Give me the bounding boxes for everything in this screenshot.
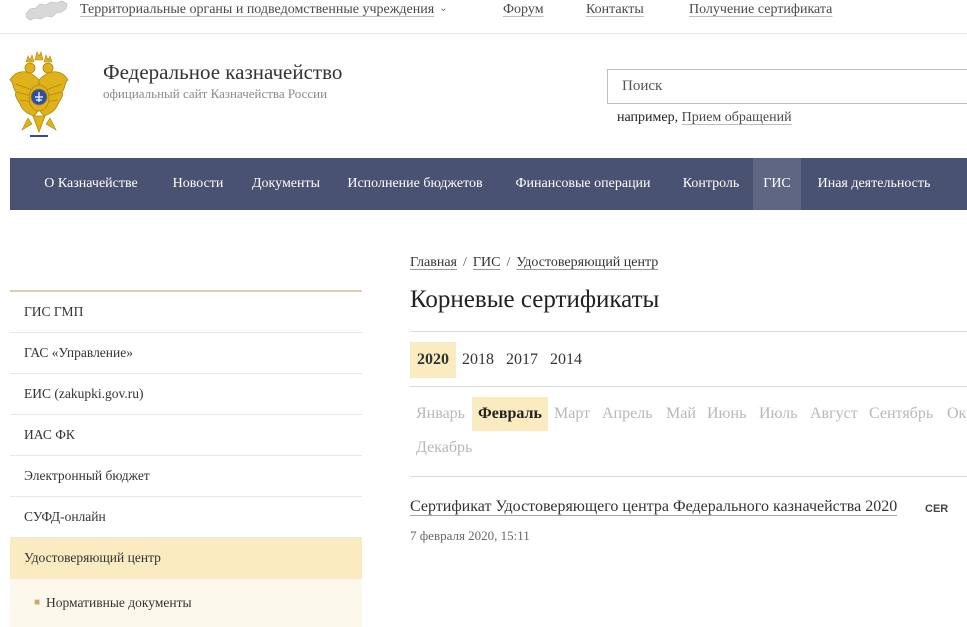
year-2018[interactable]: 2018 — [458, 342, 498, 378]
month-july[interactable]: Июль — [759, 397, 797, 431]
breadcrumb-separator: / — [506, 255, 511, 270]
sidebar-subitem-label: Нормативные документы — [46, 595, 192, 610]
territorial-bodies-label: Территориальные органы и подведомственны… — [80, 2, 435, 17]
double-headed-eagle-emblem[interactable] — [8, 50, 70, 142]
year-2014[interactable]: 2014 — [546, 342, 586, 378]
nav-item-documents[interactable]: Документы — [237, 158, 335, 210]
search-input[interactable] — [607, 69, 967, 104]
years-divider — [410, 386, 967, 387]
nav-item-financial-operations[interactable]: Финансовые операции — [495, 158, 671, 210]
month-january[interactable]: Январь — [416, 397, 465, 431]
month-september[interactable]: Сентябрь — [869, 397, 933, 431]
month-august[interactable]: Август — [810, 397, 858, 431]
bullet-icon: ■ — [34, 597, 41, 608]
sidebar-item-electronic-budget[interactable]: Электронный бюджет — [10, 456, 362, 497]
search-hint-link[interactable]: Прием обращений — [682, 110, 792, 125]
main-navigation: О Казначействе Новости Документы Исполне… — [10, 158, 967, 210]
page-title: Корневые сертификаты — [410, 286, 660, 313]
document-date: 7 февраля 2020, 15:11 — [410, 528, 530, 543]
breadcrumb-gis[interactable]: ГИС — [473, 255, 501, 270]
sidebar-item-eis[interactable]: ЕИС (zakupki.gov.ru) — [10, 374, 362, 415]
year-2017[interactable]: 2017 — [502, 342, 542, 378]
russia-map-icon[interactable] — [24, 0, 68, 22]
month-march[interactable]: Март — [554, 397, 590, 431]
nav-item-about[interactable]: О Казначействе — [23, 158, 159, 210]
month-february[interactable]: Февраль — [472, 397, 548, 431]
territorial-bodies-dropdown[interactable]: Территориальные органы и подведомственны… — [80, 2, 448, 18]
sidebar-submenu: ■ Нормативные документы — [10, 579, 362, 627]
contacts-link[interactable]: Контакты — [586, 2, 644, 18]
sidebar-item-gas-upravlenie[interactable]: ГАС «Управление» — [10, 333, 362, 374]
forum-link[interactable]: Форум — [503, 2, 544, 18]
chevron-down-icon: ⌄ — [439, 3, 448, 14]
search-hint: например, Прием обращений — [617, 110, 792, 126]
month-december[interactable]: Декабрь — [416, 431, 472, 465]
site-subtitle: официальный сайт Казначейства России — [103, 86, 328, 101]
breadcrumb: Главная / ГИС / Удостоверяющий центр — [410, 255, 658, 271]
search-hint-prefix: например, — [617, 110, 679, 125]
get-certificate-link[interactable]: Получение сертификата — [689, 2, 832, 18]
month-june[interactable]: Июнь — [707, 397, 746, 431]
sidebar-item-certification-center[interactable]: Удостоверяющий центр — [10, 538, 362, 579]
sidebar-item-sufd-online[interactable]: СУФД-онлайн — [10, 497, 362, 538]
title-divider — [410, 331, 967, 332]
month-may[interactable]: Май — [666, 397, 696, 431]
breadcrumb-current[interactable]: Удостоверяющий центр — [516, 255, 658, 270]
nav-item-news[interactable]: Новости — [159, 158, 237, 210]
sidebar-item-ias-fk[interactable]: ИАС ФК — [10, 415, 362, 456]
breadcrumb-separator: / — [463, 255, 467, 270]
nav-item-control[interactable]: Контроль — [671, 158, 751, 210]
year-2020[interactable]: 2020 — [410, 342, 456, 378]
nav-item-budget-execution[interactable]: Исполнение бюджетов — [335, 158, 495, 210]
sidebar-subitem-regulatory-documents[interactable]: ■ Нормативные документы — [10, 587, 362, 619]
breadcrumb-home[interactable]: Главная — [410, 255, 457, 270]
month-april[interactable]: Апрель — [602, 397, 653, 431]
top-utility-bar: Территориальные органы и подведомственны… — [0, 0, 967, 34]
nav-item-other-activity[interactable]: Иная деятельность — [807, 158, 941, 210]
certificate-document-link[interactable]: Сертификат Удостоверяющего центра Федера… — [410, 498, 897, 516]
site-title[interactable]: Федеральное казначейство — [103, 60, 342, 85]
sidebar: ГИС ГМП ГАС «Управление» ЕИС (zakupki.go… — [10, 290, 362, 627]
nav-item-gis[interactable]: ГИС — [753, 158, 801, 210]
month-october[interactable]: Ок — [947, 397, 966, 431]
month-filter: Январь Февраль Март Апрель Май Июнь Июль… — [410, 397, 967, 467]
file-type-badge: CER — [925, 503, 949, 515]
sidebar-item-gis-gmp[interactable]: ГИС ГМП — [10, 292, 362, 333]
months-divider — [410, 476, 967, 477]
